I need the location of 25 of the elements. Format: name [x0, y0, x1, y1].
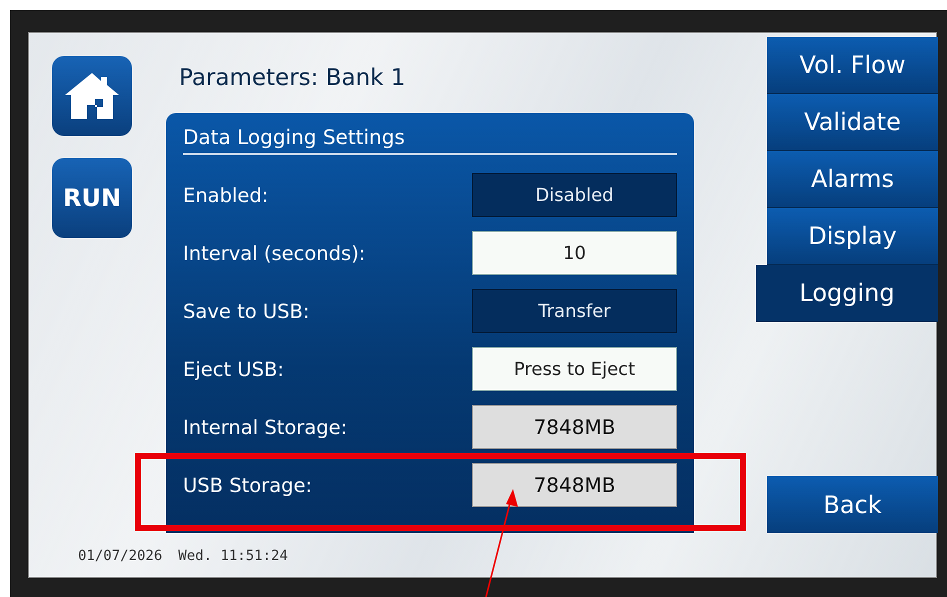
storage-readout: 7848MB — [472, 463, 677, 507]
setting-field[interactable]: Press to Eject — [472, 347, 677, 391]
run-button[interactable]: RUN — [52, 158, 132, 238]
setting-label: USB Storage: — [183, 474, 312, 496]
setting-field[interactable]: 10 — [472, 231, 677, 275]
setting-label: Save to USB: — [183, 300, 310, 322]
house-icon — [63, 71, 121, 121]
setting-label: Interval (seconds): — [183, 242, 366, 264]
time-text: Wed. 11:51:24 — [178, 548, 288, 564]
date-text: 01/07/2026 — [78, 548, 162, 564]
nav-tab[interactable]: Alarms — [767, 151, 938, 208]
home-button[interactable] — [52, 56, 132, 136]
setting-label: Eject USB: — [183, 358, 284, 380]
nav-tab[interactable]: Display — [767, 208, 938, 265]
nav-tab[interactable]: Vol. Flow — [767, 37, 938, 94]
nav-tab[interactable]: Validate — [767, 94, 938, 151]
storage-readout: 7848MB — [472, 405, 677, 449]
back-button[interactable]: Back — [767, 476, 938, 533]
nav-tab[interactable]: Logging — [756, 265, 938, 322]
panel-heading: Data Logging Settings — [183, 125, 677, 155]
setting-label: Enabled: — [183, 184, 268, 206]
setting-button[interactable]: Disabled — [472, 173, 677, 217]
page-title: Parameters: Bank 1 — [178, 64, 406, 93]
setting-button[interactable]: Transfer — [472, 289, 677, 333]
setting-label: Internal Storage: — [183, 416, 348, 438]
